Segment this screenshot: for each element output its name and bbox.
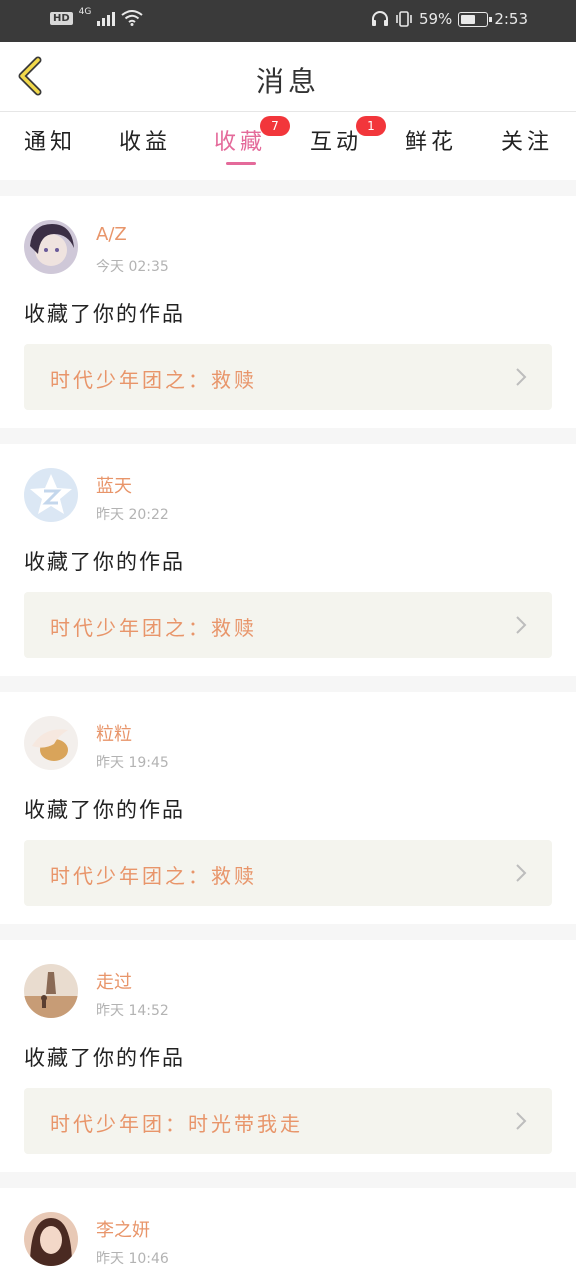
- tab-label: 关注: [500, 130, 553, 155]
- header: 消息: [0, 42, 576, 112]
- username[interactable]: A/Z: [96, 224, 127, 245]
- avatar[interactable]: [24, 468, 78, 522]
- work-title: 时代少年团：时光带我走: [50, 1112, 303, 1136]
- message-card: 蓝天 昨天 20:22 收藏了你的作品 时代少年团之：救赎: [0, 444, 576, 676]
- status-bar: HD 4G 59% 2:53: [0, 0, 576, 42]
- divider: [0, 428, 576, 444]
- work-title: 时代少年团之：救赎: [50, 368, 257, 392]
- divider: [0, 180, 576, 196]
- headphones-icon: [371, 11, 388, 26]
- tab-favorites[interactable]: 收藏 7: [200, 116, 290, 165]
- page-title: 消息: [255, 65, 320, 98]
- username[interactable]: 蓝天: [96, 472, 132, 498]
- action-text: 收藏了你的作品: [24, 550, 185, 574]
- avatar[interactable]: [24, 220, 78, 274]
- signal-icon: [97, 10, 116, 26]
- tab-label: 通知: [23, 130, 76, 155]
- tab-follows[interactable]: 关注: [487, 124, 567, 156]
- work-link[interactable]: 时代少年团之：救赎: [24, 840, 552, 906]
- tab-label: 收藏: [213, 130, 266, 155]
- username[interactable]: 走过: [96, 968, 132, 994]
- timestamp: 昨天 20:22: [96, 507, 169, 523]
- divider: [0, 1172, 576, 1188]
- tab-label: 收益: [118, 130, 171, 155]
- interactions-count-badge: 1: [356, 116, 386, 136]
- message-card: 走过 昨天 14:52 收藏了你的作品 时代少年团：时光带我走: [0, 940, 576, 1172]
- active-tab-indicator: [226, 162, 256, 165]
- tab-earnings[interactable]: 收益: [105, 124, 185, 156]
- action-text: 收藏了你的作品: [24, 302, 185, 326]
- wifi-icon: [121, 10, 143, 26]
- tab-bar: 通知 收益 收藏 7 互动 1 鲜花 关注: [0, 112, 576, 178]
- status-right: 59% 2:53: [371, 10, 528, 28]
- tab-interactions[interactable]: 互动 1: [296, 116, 386, 156]
- username[interactable]: 李之妍: [96, 1216, 150, 1242]
- work-link[interactable]: 时代少年团之：救赎: [24, 592, 552, 658]
- timestamp: 今天 02:35: [96, 259, 169, 275]
- avatar[interactable]: [24, 1212, 78, 1266]
- work-link[interactable]: 时代少年团：时光带我走: [24, 1088, 552, 1154]
- message-card: 粒粒 昨天 19:45 收藏了你的作品 时代少年团之：救赎: [0, 692, 576, 924]
- vibrate-icon: [396, 11, 412, 27]
- timestamp: 昨天 10:46: [96, 1251, 169, 1267]
- tab-label: 鲜花: [404, 130, 457, 155]
- battery-icon: [458, 11, 493, 27]
- tab-flowers[interactable]: 鲜花: [391, 124, 471, 156]
- favorites-count-badge: 7: [260, 116, 290, 136]
- hd-indicator: HD: [50, 11, 73, 25]
- message-card: A/Z 今天 02:35 收藏了你的作品 时代少年团之：救赎: [0, 196, 576, 428]
- divider: [0, 924, 576, 940]
- avatar[interactable]: [24, 964, 78, 1018]
- timestamp: 昨天 14:52: [96, 1003, 169, 1019]
- work-title: 时代少年团之：救赎: [50, 864, 257, 888]
- chevron-right-icon: [516, 864, 527, 882]
- tab-notifications[interactable]: 通知: [10, 124, 90, 156]
- divider: [0, 676, 576, 692]
- chevron-right-icon: [516, 616, 527, 634]
- avatar[interactable]: [24, 716, 78, 770]
- action-text: 收藏了你的作品: [24, 798, 185, 822]
- chevron-right-icon: [516, 368, 527, 386]
- network-type: 4G: [78, 7, 92, 17]
- username[interactable]: 粒粒: [96, 720, 132, 746]
- work-title: 时代少年团之：救赎: [50, 616, 257, 640]
- timestamp: 昨天 19:45: [96, 755, 169, 771]
- clock: 2:53: [494, 10, 528, 28]
- chevron-right-icon: [516, 1112, 527, 1130]
- status-left: HD 4G: [50, 7, 143, 26]
- work-link[interactable]: 时代少年团之：救赎: [24, 344, 552, 410]
- message-card: 李之妍 昨天 10:46: [0, 1188, 576, 1280]
- tab-label: 互动: [309, 130, 362, 155]
- action-text: 收藏了你的作品: [24, 1046, 185, 1070]
- battery-percent: 59%: [418, 10, 453, 28]
